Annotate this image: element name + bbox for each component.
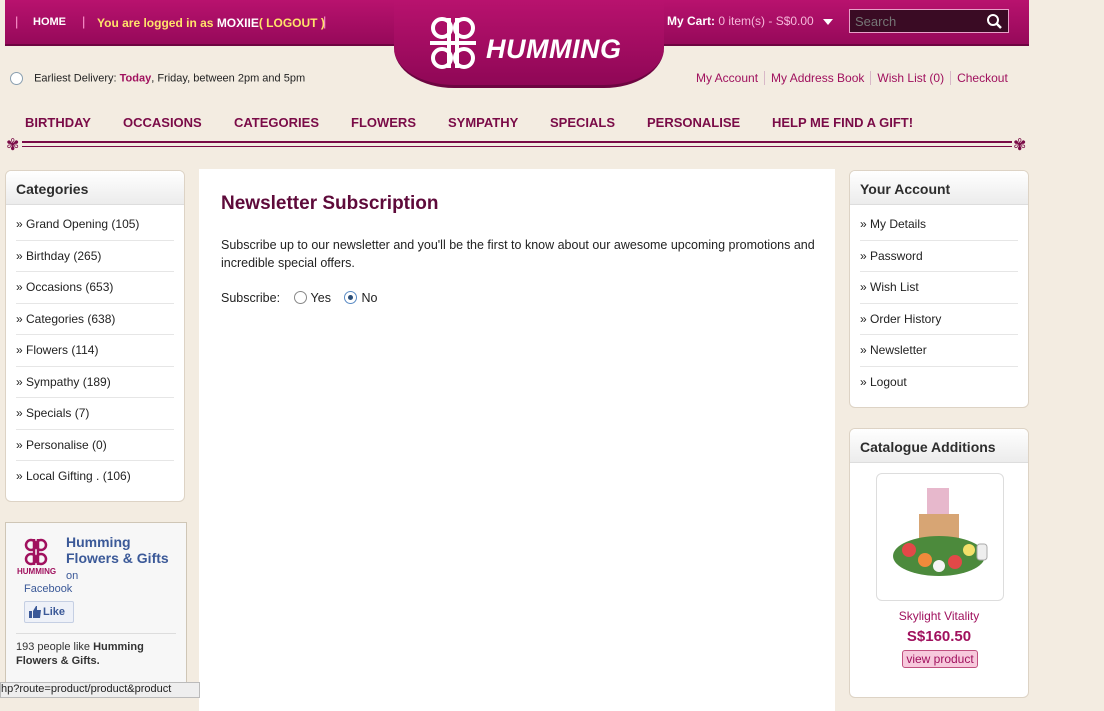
nav-personalise[interactable]: PERSONALISE [647,115,740,130]
account-links: My Account My Address Book Wish List (0) Ch… [690,71,1014,85]
catalogue-additions-box: Catalogue Additions Skylight Vitality S$… [849,428,1029,698]
login-prefix: You are logged in as [97,16,214,30]
account-item-wish-list[interactable]: » Wish List [860,272,1018,304]
facebook-likes: 193 people like Humming Flowers & Gifts. [16,640,176,668]
nav-flowers[interactable]: FLOWERS [351,115,416,130]
subscribe-yes-radio[interactable] [293,291,307,304]
delivery-today: Today [119,72,152,85]
view-product-button[interactable]: view product [902,650,978,668]
newsletter-intro: Subscribe up to our newsletter and you'l… [221,238,815,270]
category-item[interactable]: » Local Gifting . (106) [16,461,174,493]
likes-count: 193 people like [16,641,91,653]
facebook-page-title[interactable]: Humming Flowers & Gifts [66,534,169,566]
subscribe-yes-label[interactable]: Yes [311,291,331,305]
facebook-platform[interactable]: Facebook [24,583,72,595]
nav-birthday[interactable]: BIRTHDAY [25,115,91,130]
category-item[interactable]: » Categories (638) [16,304,174,335]
search-button[interactable] [980,10,1008,32]
category-item[interactable]: » Sympathy (189) [16,367,174,398]
search-icon [987,14,1002,29]
flourish-icon: ✾ [1013,137,1027,154]
delivery-detail: , Friday, between 2pm and 5pm [151,72,306,85]
link-checkout[interactable]: Checkout [951,71,1014,85]
humming-logo-icon [430,17,476,69]
page-title: Newsletter Subscription [221,193,439,214]
nav-categories[interactable]: CATEGORIES [234,115,319,130]
category-item[interactable]: » Flowers (114) [16,335,174,367]
nav-help-find-gift[interactable]: HELP ME FIND A GIFT! [772,115,913,130]
category-item[interactable]: » Birthday (265) [16,241,174,272]
logo[interactable]: HUMMING [394,0,664,88]
home-link[interactable]: HOME [33,16,66,28]
account-item-my-details[interactable]: » My Details [860,209,1018,241]
account-item-logout[interactable]: » Logout [860,367,1018,399]
logout-link[interactable]: ( LOGOUT ) [259,16,325,30]
subscribe-row: Subscribe: Yes No [221,291,377,305]
account-item-newsletter[interactable]: » Newsletter [860,335,1018,367]
your-account-box: Your Account » My Details » Password » W… [849,170,1029,408]
nav-divider [22,141,1012,147]
divider [16,633,176,634]
username: MOXIIE [216,16,259,30]
categories-box: Categories » Grand Opening (105) » Birth… [5,170,185,502]
account-item-order-history[interactable]: » Order History [860,304,1018,335]
category-item[interactable]: » Personalise (0) [16,430,174,461]
status-bar: hp?route=product/product&product [0,682,200,698]
categories-title: Categories [6,171,184,205]
subscribe-label: Subscribe: [221,291,281,305]
nav-specials[interactable]: SPECIALS [550,115,615,130]
cart-label: My Cart: [667,14,716,28]
clock-icon [10,72,23,85]
logo-wordmark: HUMMING [17,567,56,575]
search-input[interactable] [850,10,980,32]
brand-name: HUMMING [486,34,622,64]
link-address-book[interactable]: My Address Book [765,71,872,85]
your-account-title: Your Account [850,171,1028,205]
link-my-account[interactable]: My Account [690,71,766,85]
thumbs-up-icon [29,606,41,618]
humming-logo-icon: HUMMING [17,538,56,575]
nav-sympathy[interactable]: SYMPATHY [448,115,518,130]
link-wish-list[interactable]: Wish List (0) [871,71,952,85]
delivery-label: Earliest Delivery: [34,72,117,85]
separator: | [82,14,86,29]
subscribe-no-radio[interactable] [344,291,358,304]
category-item[interactable]: » Grand Opening (105) [16,209,174,241]
search-box [849,9,1009,33]
subscribe-no-label[interactable]: No [361,291,377,305]
facebook-widget: HUMMING Humming Flowers & Gifts on Faceb… [5,522,187,692]
flower-basket-image [893,488,988,576]
product-image[interactable] [876,473,1004,601]
separator: | [15,14,19,29]
delivery-info: Earliest Delivery: Today, Friday, betwee… [10,72,305,85]
chevron-down-icon[interactable] [823,18,834,25]
cart-value: 0 item(s) - S$0.00 [718,14,814,28]
facebook-on: on [66,570,79,582]
separator: | [323,14,327,29]
category-item[interactable]: » Specials (7) [16,398,174,430]
like-label: Like [43,606,66,618]
facebook-page-name[interactable]: Humming Flowers & Gifts on [66,534,176,584]
nav-occasions[interactable]: OCCASIONS [123,115,202,130]
flourish-icon: ✾ [6,137,20,154]
account-item-password[interactable]: » Password [860,241,1018,272]
main-content: Newsletter Subscription Subscribe up to … [199,169,835,711]
product-name[interactable]: Skylight Vitality [850,609,1028,623]
like-button[interactable]: Like [24,601,74,623]
category-item[interactable]: » Occasions (653) [16,272,174,304]
product-price: S$160.50 [906,628,972,645]
cart-summary[interactable]: My Cart: 0 item(s) - S$0.00 [667,14,834,28]
catalogue-title: Catalogue Additions [850,429,1028,463]
login-status: You are logged in as MOXIIE( LOGOUT ) [97,16,325,30]
